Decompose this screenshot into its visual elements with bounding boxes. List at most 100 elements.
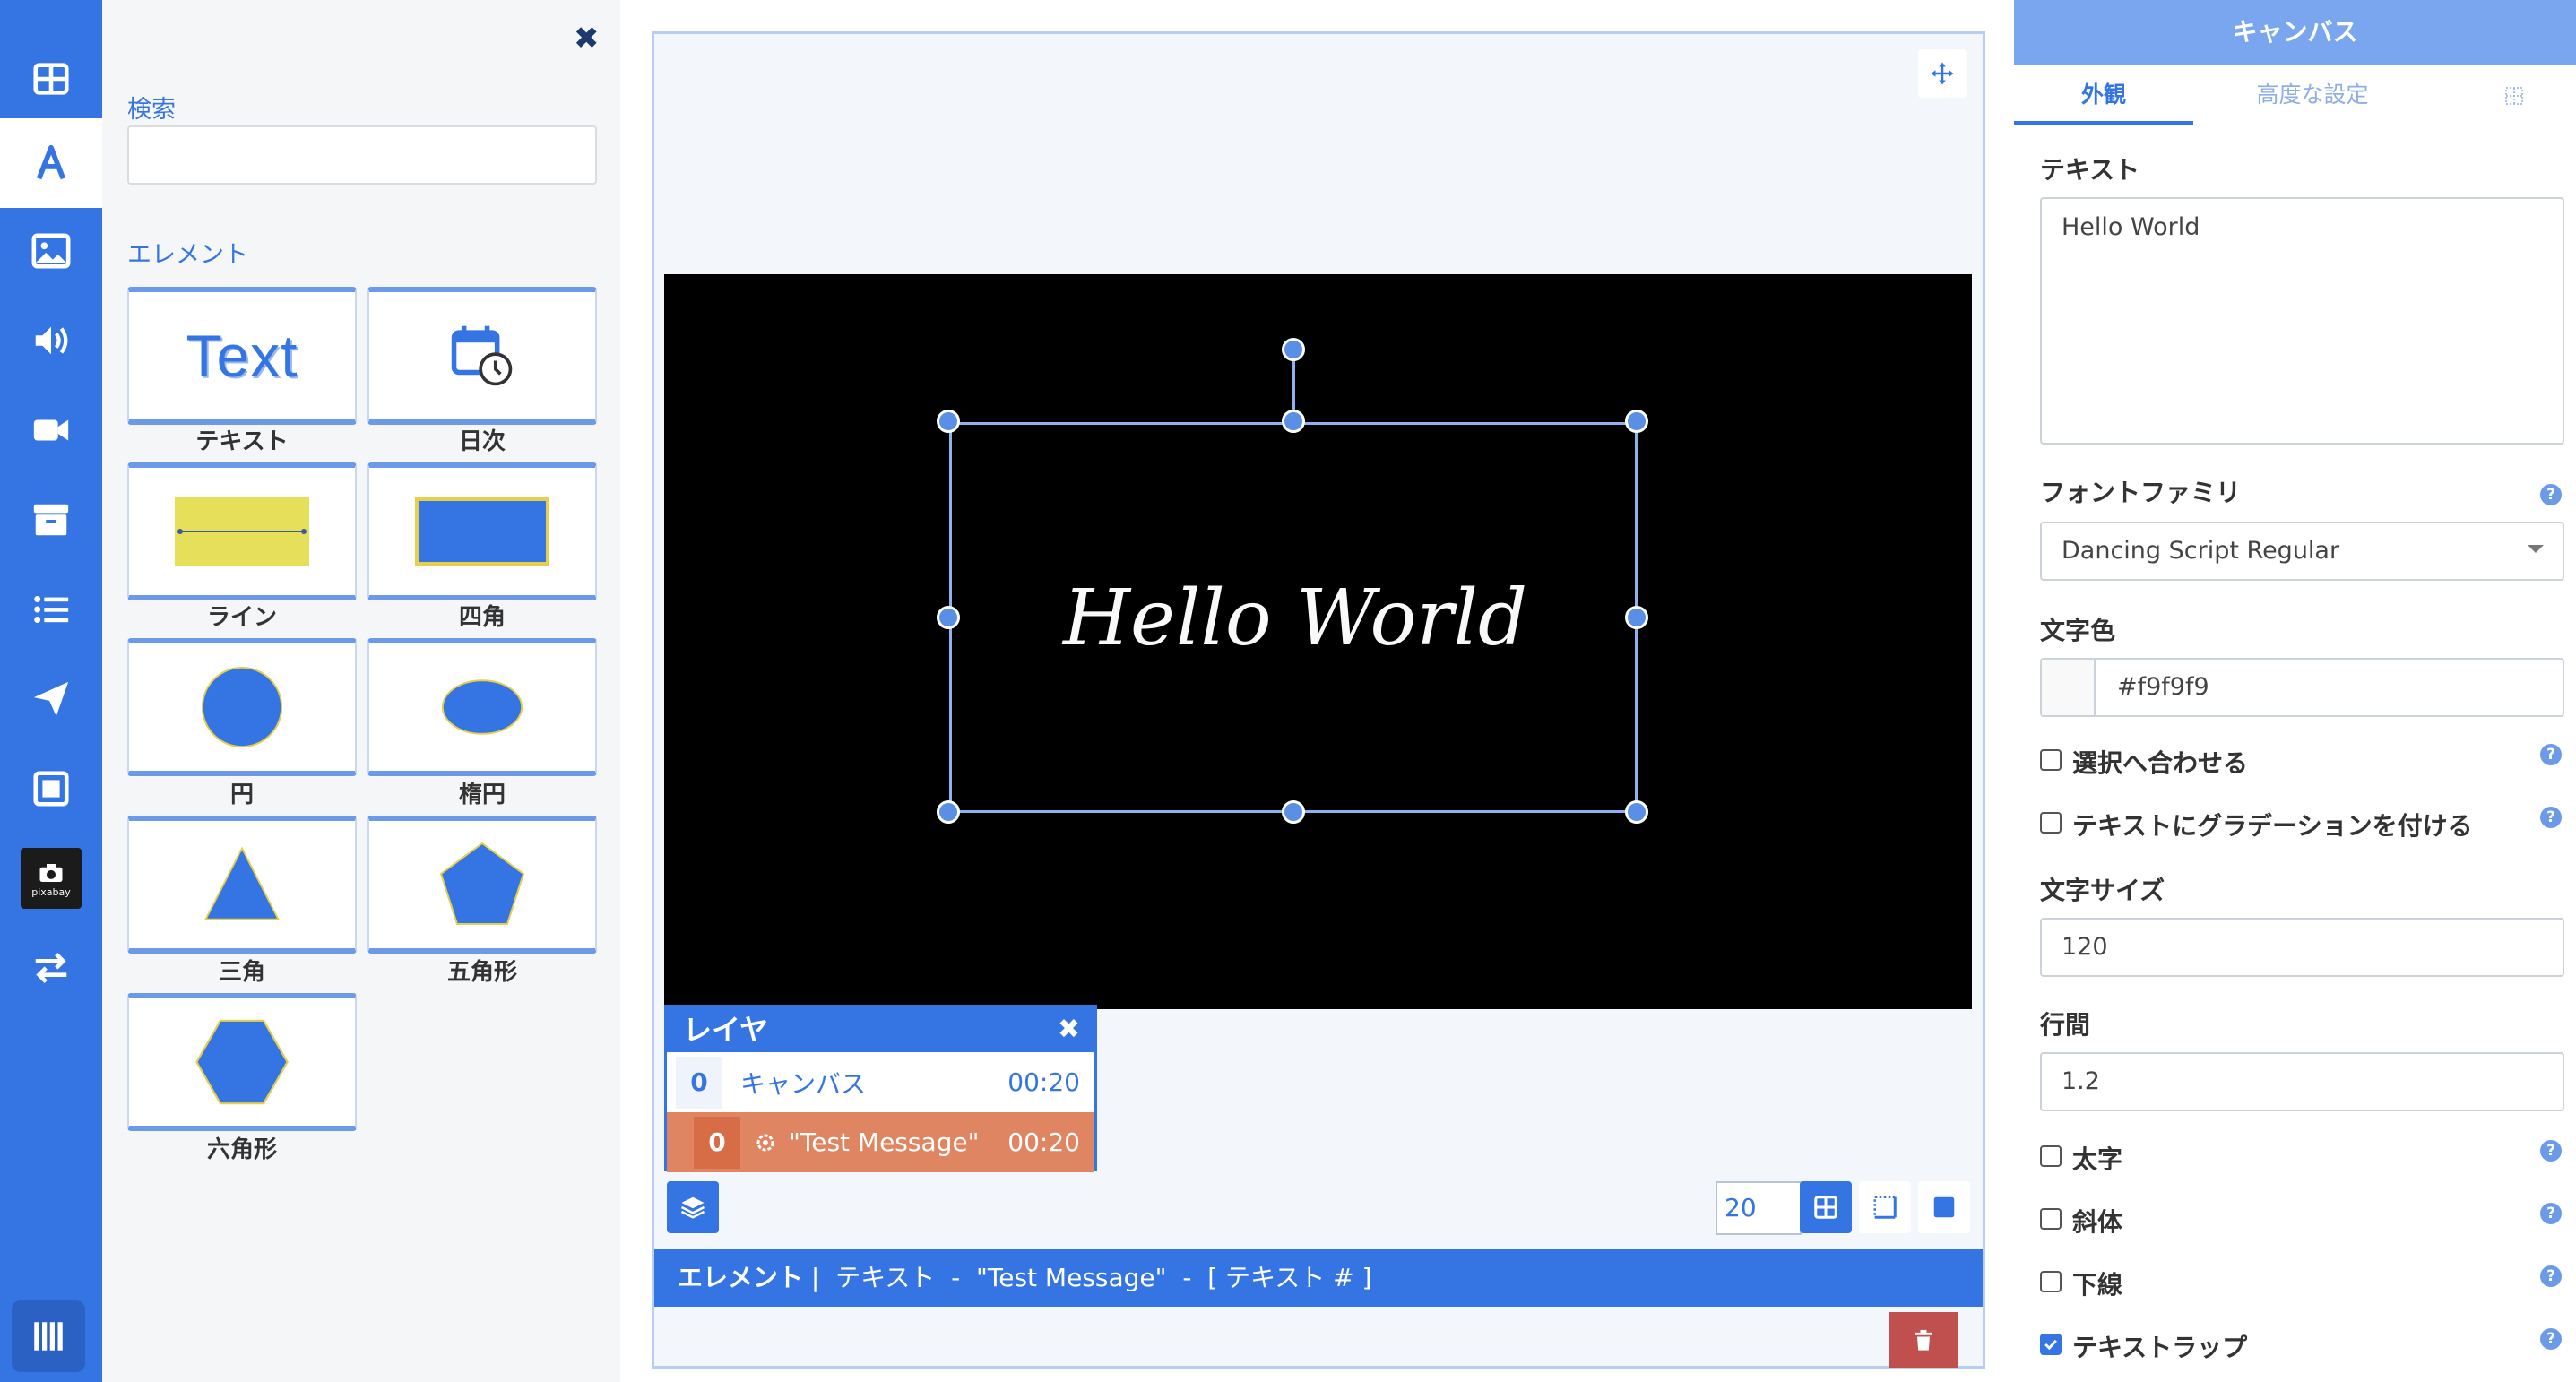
layers-button[interactable] [667,1181,719,1233]
archive-icon[interactable] [0,475,102,565]
selection-box[interactable] [949,422,1638,813]
text-preview: Text [186,323,298,389]
send-icon[interactable] [0,654,102,744]
hexagon-shape-icon [195,1019,289,1105]
color-swatch[interactable] [2042,660,2096,715]
resize-handle-top-left[interactable] [937,410,960,433]
help-icon[interactable]: ? [2540,484,2562,505]
font-size-input[interactable]: 120 [2040,918,2564,977]
pixabay-label: pixabay [31,885,71,898]
pentagon-element-tile[interactable] [367,816,597,954]
underline-label: 下線 [2072,1270,2123,1300]
tile-label-hexagon: 六角形 [206,1136,277,1163]
tool-rail: pixabay [0,0,102,1382]
dotted-frame-icon [1873,1196,1897,1219]
fill-button[interactable] [1918,1181,1970,1233]
status-prefix: エレメント [678,1263,804,1292]
tile-label-line: ライン [206,604,277,631]
delete-button[interactable] [1889,1312,1958,1368]
layer-name: キャンバス [740,1068,867,1099]
tab-appearance[interactable]: 外観 [2014,65,2193,125]
resize-handle-bottom-right[interactable] [1625,800,1648,824]
tile-label-ellipse: 楕円 [458,782,506,808]
check-icon [2044,1339,2057,1351]
close-icon[interactable]: ✖ [574,23,600,54]
video-icon[interactable] [0,385,102,475]
rotate-handle[interactable] [1282,338,1305,361]
line-height-input[interactable]: 1.2 [2040,1052,2564,1111]
close-icon[interactable]: ✖ [1058,1007,1080,1052]
font-size-label: 文字サイズ [2040,876,2165,905]
move-icon[interactable] [1918,49,1967,98]
library-icon[interactable] [12,1300,85,1372]
italic-checkbox[interactable] [2040,1208,2062,1230]
text-label: テキスト [2040,155,2140,185]
square-icon [1933,1196,1955,1218]
date-element-tile[interactable] [367,287,597,425]
fit-selection-checkbox[interactable] [2040,749,2062,771]
bold-label: 太字 [2072,1144,2123,1174]
pentagon-shape-icon [439,842,525,925]
help-icon[interactable]: ? [2540,1203,2562,1224]
font-family-select[interactable]: Dancing Script Regular [2040,522,2564,581]
search-input[interactable] [127,125,597,185]
circle-shape-icon [201,666,283,748]
layout-grid-icon[interactable] [0,34,102,124]
rectangle-element-tile[interactable] [367,462,597,600]
text-color-label: 文字色 [2040,616,2116,645]
list-icon[interactable] [0,565,102,654]
grid-button[interactable] [1800,1181,1852,1233]
text-element-tile[interactable]: Text [127,287,357,425]
hexagon-element-tile[interactable] [127,993,357,1131]
layer-index: 0 [676,1056,722,1109]
tab-advanced[interactable]: 高度な設定 [2196,65,2429,125]
layer-panel-header: レイヤ ✖ [667,1007,1094,1052]
gear-icon [756,1134,774,1151]
tile-label-circle: 円 [229,782,254,808]
help-icon[interactable]: ? [2540,744,2562,765]
image-icon[interactable] [0,206,102,296]
underline-checkbox[interactable] [2040,1271,2062,1292]
ellipse-element-tile[interactable] [367,638,597,776]
transfer-icon[interactable] [0,923,102,1013]
text-wrap-label: テキストラップ [2072,1333,2248,1362]
properties-header: キャンバス [2014,0,2576,65]
audio-icon[interactable] [0,296,102,385]
gradient-label: テキストにグラデーションを付ける [2072,811,2473,841]
layer-row[interactable]: 0 キャンバス 00:20 [667,1052,1094,1112]
circle-element-tile[interactable] [127,638,357,776]
bold-checkbox[interactable] [2040,1145,2062,1167]
grid-icon [1814,1196,1837,1219]
layer-panel-title: レイヤ [683,1013,769,1047]
resize-handle-bottom-left[interactable] [937,800,960,824]
italic-label: 斜体 [2072,1207,2123,1237]
bounds-button[interactable] [1859,1181,1911,1233]
resize-handle-bottom[interactable] [1282,800,1305,824]
triangle-element-tile[interactable] [127,816,357,954]
trash-icon [1915,1329,1932,1351]
pixabay-icon[interactable]: pixabay [0,834,102,923]
resize-handle-top[interactable] [1282,410,1305,433]
triangle-shape-icon [204,846,280,920]
line-shape-icon [175,497,309,566]
gradient-checkbox[interactable] [2040,812,2062,834]
line-element-tile[interactable] [127,462,357,600]
zoom-input[interactable]: 20 [1716,1181,1802,1235]
resize-handle-right[interactable] [1625,606,1648,629]
help-icon[interactable]: ? [2540,807,2562,828]
layer-row-selected[interactable]: 0 "Test Message" 00:20 [667,1112,1094,1172]
text-icon[interactable] [0,118,102,208]
resize-handle-top-right[interactable] [1625,410,1648,433]
help-icon[interactable]: ? [2540,1265,2562,1287]
layer-panel: レイヤ ✖ 0 キャンバス 00:20 0 "Test Message" 00:… [664,1005,1097,1172]
text-field[interactable]: Hello World [2040,197,2564,445]
resize-handle-left[interactable] [937,606,960,629]
help-icon[interactable]: ? [2540,1140,2562,1162]
text-wrap-checkbox[interactable] [2040,1334,2062,1355]
line-height-label: 行間 [2040,1010,2091,1040]
tab-grid[interactable] [2492,65,2537,125]
frame-icon[interactable] [0,744,102,834]
help-icon[interactable]: ? [2540,1328,2562,1350]
text-color-input[interactable]: #f9f9f9 [2040,658,2564,717]
dotted-grid-icon [2505,87,2523,105]
